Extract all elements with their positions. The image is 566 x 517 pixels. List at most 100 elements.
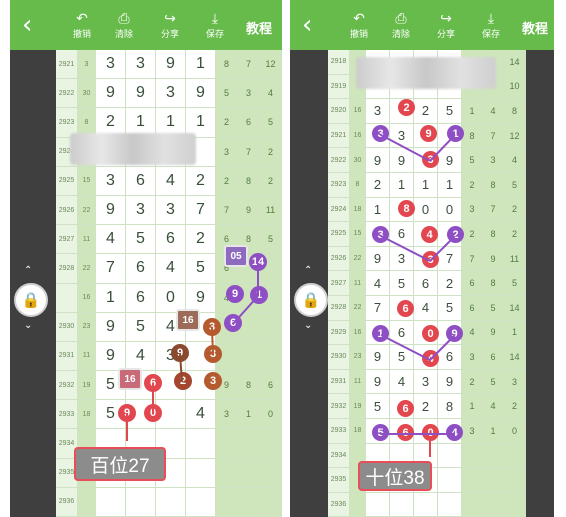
undo-button[interactable]: ↶ 撤销 xyxy=(65,10,99,40)
digit-cell[interactable] xyxy=(126,487,156,517)
digit-cell[interactable]: 3 xyxy=(126,195,156,226)
digit-cell[interactable]: 4 xyxy=(186,400,216,430)
missing-count-cell: 14 xyxy=(504,295,526,321)
digit-cell[interactable]: 4 xyxy=(156,254,186,284)
digit-cell[interactable]: 6 xyxy=(126,283,156,313)
share-button[interactable]: ↪ 分享 xyxy=(153,10,187,40)
toolbar: ‹ ↶ 撤销 ⎙ 清除 ↪ 分享 ⤓ 保存 教程 xyxy=(10,0,282,50)
digit-cell[interactable]: 1 xyxy=(414,172,438,198)
digit-cell[interactable]: 9 xyxy=(96,195,126,226)
digit-cell[interactable]: 5 xyxy=(366,394,390,419)
digit-cell[interactable]: 7 xyxy=(186,195,216,226)
digit-cell[interactable]: 3 xyxy=(126,50,156,80)
digit-cell[interactable] xyxy=(390,492,414,517)
digit-cell[interactable]: 9 xyxy=(366,345,390,370)
digit-cell[interactable]: 9 xyxy=(96,79,126,109)
clear-button[interactable]: ⎙ 清除 xyxy=(384,10,418,40)
issue-number-cell: 2928 xyxy=(328,295,350,321)
digit-cell[interactable] xyxy=(186,458,216,488)
digit-cell[interactable]: 9 xyxy=(438,148,462,173)
issue-number-cell: 2932 xyxy=(56,371,78,401)
clear-button[interactable]: ⎙ 清除 xyxy=(107,10,141,40)
tutorial-button[interactable]: 教程 xyxy=(522,18,548,37)
chevron-left-icon[interactable]: ‹ xyxy=(22,12,46,38)
digit-cell[interactable]: 1 xyxy=(96,283,126,313)
digit-cell[interactable]: 5 xyxy=(126,312,156,342)
trend-grid[interactable]: 2918 14 2919 10 2920 16 3 2 5 1 4 8 2921 16 3 8 7 12 2922 3… xyxy=(328,50,526,517)
digit-cell[interactable]: 4 xyxy=(96,225,126,255)
digit-cell[interactable]: 9 xyxy=(438,369,462,395)
save-button[interactable]: ⤓ 保存 xyxy=(198,10,232,40)
digit-cell[interactable] xyxy=(438,443,462,469)
digit-cell[interactable]: 9 xyxy=(156,50,186,80)
digit-cell[interactable]: 5 xyxy=(186,254,216,284)
digit-cell[interactable]: 4 xyxy=(156,166,186,196)
missing-count-cell: 14 xyxy=(504,345,526,370)
lock-icon[interactable]: 🔒 xyxy=(14,283,48,317)
digit-cell[interactable] xyxy=(156,487,186,517)
digit-cell[interactable]: 9 xyxy=(366,369,390,395)
digit-cell[interactable]: 2 xyxy=(186,166,216,196)
table-row: 2936 xyxy=(56,487,282,517)
missing-count-cell xyxy=(483,492,504,517)
lock-icon[interactable]: 🔒 xyxy=(294,283,328,317)
digit-cell[interactable]: 2 xyxy=(366,172,390,198)
digit-cell[interactable]: 9 xyxy=(96,312,126,342)
digit-cell[interactable]: 4 xyxy=(414,295,438,321)
digit-cell[interactable]: 8 xyxy=(438,394,462,419)
count-badge: 16 xyxy=(118,368,142,390)
digit-cell[interactable]: 9 xyxy=(366,246,390,272)
digit-cell[interactable] xyxy=(186,487,216,517)
missing-count-cell: 5 xyxy=(260,108,282,138)
digit-cell[interactable]: 2 xyxy=(186,225,216,255)
digit-cell[interactable] xyxy=(366,492,390,517)
digit-cell[interactable] xyxy=(438,468,462,493)
digit-cell[interactable]: 6 xyxy=(156,225,186,255)
digit-cell[interactable]: 7 xyxy=(366,295,390,321)
digit-cell[interactable]: 4 xyxy=(126,341,156,372)
undo-button[interactable]: ↶ 撤销 xyxy=(342,10,376,40)
digit-cell[interactable]: 4 xyxy=(390,369,414,395)
digit-cell[interactable]: 1 xyxy=(390,172,414,198)
digit-cell[interactable]: 0 xyxy=(438,197,462,223)
digit-cell[interactable]: 1 xyxy=(366,197,390,223)
share-button[interactable]: ↪ 分享 xyxy=(429,10,463,40)
issue-number-cell: 2918 xyxy=(328,50,350,75)
digit-cell[interactable]: 1 xyxy=(186,50,216,80)
digit-cell[interactable]: 3 xyxy=(156,195,186,226)
digit-cell[interactable] xyxy=(414,492,438,517)
digit-cell[interactable]: 9 xyxy=(186,79,216,109)
digit-cell[interactable]: 4 xyxy=(366,271,390,296)
highlight-ball: 4 xyxy=(421,226,438,243)
digit-cell[interactable]: 3 xyxy=(366,99,390,124)
digit-cell[interactable]: 3 xyxy=(96,50,126,80)
digit-cell[interactable]: 3 xyxy=(414,369,438,395)
digit-cell[interactable]: 9 xyxy=(366,148,390,173)
digit-cell[interactable]: 2 xyxy=(414,394,438,419)
digit-cell[interactable]: 9 xyxy=(96,341,126,372)
digit-cell[interactable] xyxy=(438,492,462,517)
digit-cell[interactable]: 3 xyxy=(156,79,186,109)
digit-cell[interactable] xyxy=(186,429,216,459)
digit-cell[interactable]: 5 xyxy=(438,295,462,321)
digit-cell[interactable]: 2 xyxy=(414,99,438,124)
digit-cell[interactable]: 5 xyxy=(438,99,462,124)
digit-cell[interactable]: 2 xyxy=(438,271,462,296)
digit-cell[interactable]: 5 xyxy=(126,225,156,255)
digit-cell[interactable]: 5 xyxy=(390,271,414,296)
digit-cell[interactable]: 3 xyxy=(96,166,126,196)
missing-count-cell: 1 xyxy=(238,400,260,430)
chevron-left-icon[interactable]: ‹ xyxy=(302,12,326,38)
digit-cell[interactable]: 7 xyxy=(96,254,126,284)
annotation-label: 十位38 xyxy=(358,461,432,491)
save-button[interactable]: ⤓ 保存 xyxy=(474,10,508,40)
digit-cell[interactable]: 6 xyxy=(126,254,156,284)
digit-cell[interactable]: 9 xyxy=(126,79,156,109)
digit-cell[interactable]: 6 xyxy=(414,271,438,296)
digit-cell[interactable]: 6 xyxy=(126,166,156,196)
tutorial-button[interactable]: 教程 xyxy=(246,18,272,37)
digit-cell[interactable] xyxy=(96,487,126,517)
digit-cell[interactable]: 0 xyxy=(414,197,438,223)
missing-count-cell: 2 xyxy=(504,222,526,247)
digit-cell[interactable]: 1 xyxy=(438,172,462,198)
